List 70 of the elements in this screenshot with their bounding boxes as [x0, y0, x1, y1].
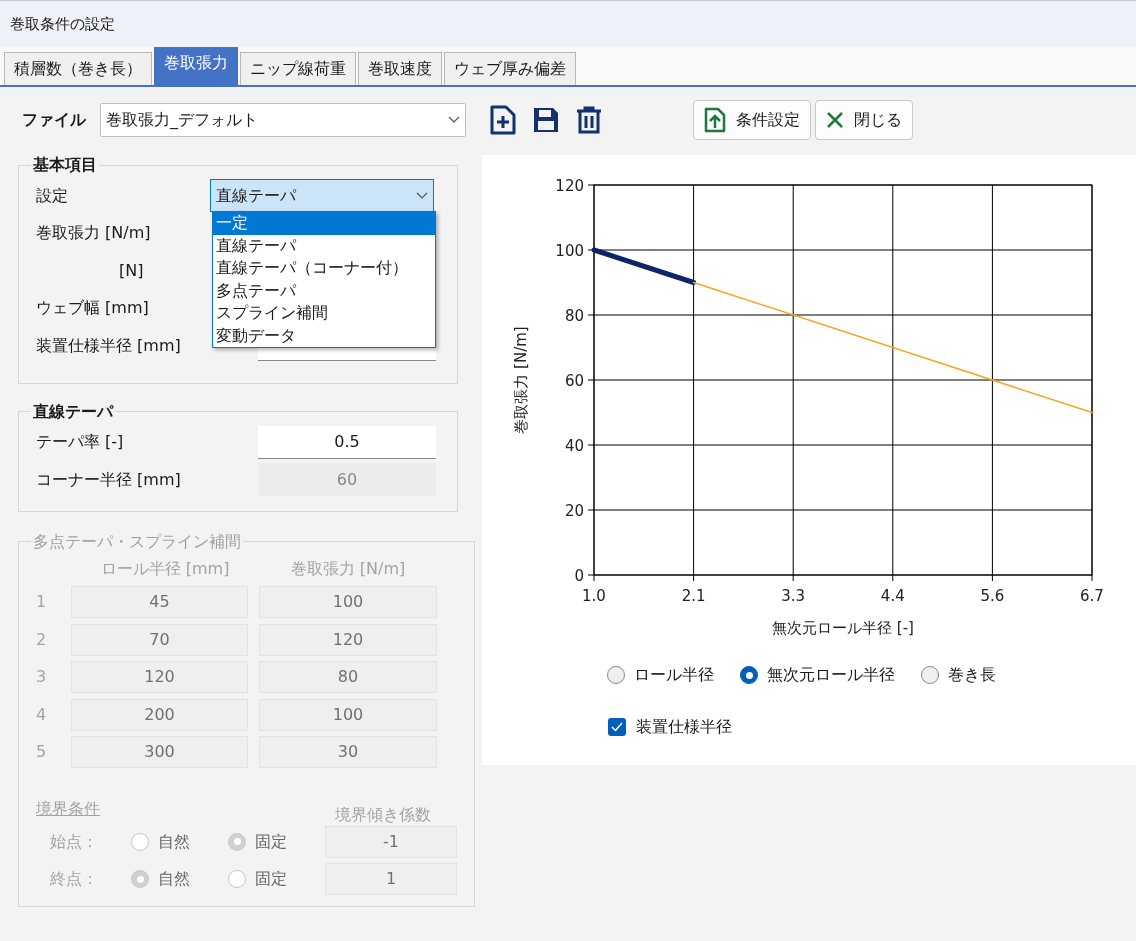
- dropdown-option[interactable]: 一定: [213, 212, 435, 235]
- field-label: 終点：: [49, 868, 99, 891]
- dropdown-option[interactable]: 直線テーパ（コーナー付）: [213, 257, 435, 280]
- radio-label[interactable]: 無次元ロール半径: [767, 663, 895, 687]
- group-title: 直線テーパ: [32, 400, 115, 423]
- radio-label: 固定: [255, 868, 287, 891]
- row-number: 2: [36, 628, 48, 651]
- row-number: 4: [36, 703, 48, 726]
- field-label: 巻取張力 [N/m]: [36, 222, 152, 245]
- field-label: 設定: [36, 184, 69, 207]
- window-title: 巻取条件の設定: [10, 13, 115, 35]
- field-label: テーパ率 [-]: [36, 431, 125, 454]
- column-header: 巻取張力 [N/m]: [289, 557, 407, 580]
- x-tick-label: 2.1: [681, 587, 706, 605]
- dropdown-option[interactable]: スプライン補間: [213, 302, 435, 325]
- file-label: ファイル: [22, 109, 86, 131]
- apply-button[interactable]: 条件設定: [693, 100, 811, 140]
- y-tick-label: 60: [564, 372, 584, 390]
- radio-label: 自然: [158, 830, 190, 853]
- upload-file-icon: [704, 107, 726, 133]
- row-number: 3: [36, 666, 48, 689]
- x-tick-label: 1.0: [582, 587, 606, 605]
- field-label: 装置仕様半径 [mm]: [36, 334, 182, 357]
- y-tick-label: 40: [564, 437, 584, 455]
- tab[interactable]: ニップ線荷重: [240, 52, 356, 85]
- x-tick-label: 6.7: [1080, 587, 1104, 605]
- tab[interactable]: 巻取速度: [358, 52, 442, 85]
- close-icon: [826, 111, 844, 129]
- row-number: 5: [36, 741, 48, 764]
- field-label: ウェブ幅 [mm]: [36, 297, 150, 320]
- radio-button[interactable]: [607, 666, 625, 684]
- radio-label[interactable]: ロール半径: [634, 663, 714, 687]
- input-field[interactable]: 0.5: [258, 425, 436, 459]
- setting-dropdown[interactable]: 直線テーパ: [210, 179, 434, 213]
- chevron-down-icon: [448, 116, 460, 124]
- chevron-down-icon: [416, 191, 428, 200]
- radio-label: 自然: [158, 868, 190, 891]
- dropdown-option[interactable]: 多点テーパ: [213, 279, 435, 302]
- x-tick-label: 4.4: [880, 587, 905, 605]
- boundary-title: 境界条件: [36, 798, 101, 820]
- dropdown-option[interactable]: 変動データ: [213, 324, 435, 347]
- dropdown-option[interactable]: 直線テーパ: [213, 234, 435, 257]
- field-label: 始点：: [49, 830, 99, 853]
- checkbox-label[interactable]: 装置仕様半径: [636, 715, 732, 739]
- field-label: コーナー半径 [mm]: [36, 468, 182, 491]
- group-title: 多点テーパ・スプライン補間: [32, 530, 242, 553]
- y-tick-label: 80: [564, 307, 584, 325]
- radio-button[interactable]: [740, 666, 758, 684]
- x-axis-title: 無次元ロール半径 [-]: [772, 619, 914, 637]
- group-title: 基本項目: [32, 154, 98, 176]
- column-header: ロール半径 [mm]: [99, 557, 231, 580]
- x-tick-label: 3.3: [781, 587, 806, 605]
- y-axis-title: 巻取張力 [N/m]: [512, 326, 530, 434]
- row-number: 1: [36, 591, 48, 614]
- y-tick-label: 0: [574, 567, 584, 585]
- checkbox[interactable]: [608, 718, 626, 736]
- radio-button[interactable]: [921, 666, 939, 684]
- y-tick-label: 20: [564, 502, 584, 520]
- file-dropdown[interactable]: 巻取張力_デフォルト: [100, 103, 466, 137]
- radio-label: 固定: [255, 830, 287, 853]
- radio-label[interactable]: 巻き長: [948, 663, 996, 687]
- tab[interactable]: ウェブ厚み偏差: [444, 52, 576, 85]
- y-tick-label: 100: [555, 242, 584, 260]
- field-label: [N]: [118, 259, 145, 282]
- tab[interactable]: 積層数（巻き長）: [4, 52, 152, 85]
- tab[interactable]: 巻取張力: [154, 47, 238, 85]
- close-button[interactable]: 閉じる: [815, 100, 913, 140]
- y-tick-label: 120: [555, 177, 584, 195]
- column-header: 境界傾き係数: [334, 804, 432, 826]
- x-tick-label: 5.6: [980, 587, 1005, 605]
